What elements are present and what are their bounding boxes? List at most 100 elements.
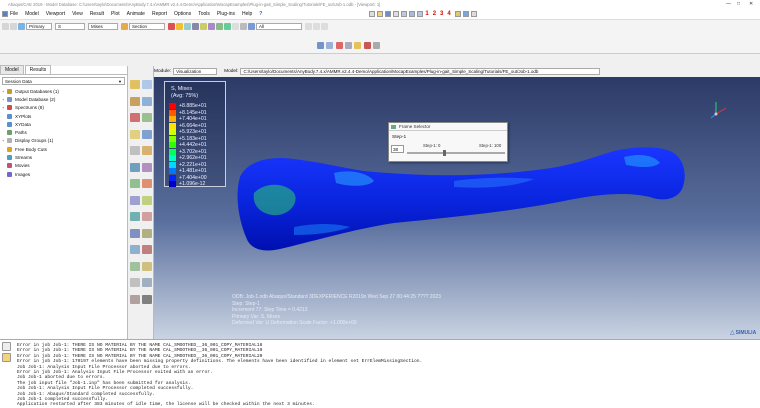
tree-item[interactable]: Free Body Cuts [0, 145, 127, 153]
zoom-box-icon[interactable] [336, 42, 343, 49]
view-top-button[interactable]: 3 [440, 11, 443, 17]
toolbox-tool-icon[interactable] [142, 245, 152, 254]
field-output-icon[interactable] [18, 22, 25, 30]
odb-display-icon[interactable] [216, 22, 223, 30]
menu-result[interactable]: Result [90, 11, 104, 17]
menu-viewport[interactable]: Viewport [46, 11, 65, 17]
remove-icon[interactable] [321, 22, 328, 30]
menu-report[interactable]: Report [152, 11, 167, 17]
display-group-icon[interactable] [305, 22, 312, 30]
toolbox-tool-icon[interactable] [142, 162, 152, 172]
module-select[interactable]: Visualization [173, 68, 218, 75]
undeformed-icon[interactable] [184, 22, 191, 30]
plot-symbols-icon[interactable] [176, 22, 183, 30]
toolbox-tool-icon[interactable] [130, 146, 140, 155]
toolbox-tool-icon[interactable] [130, 195, 140, 205]
section-point-select[interactable]: Section [129, 22, 165, 30]
invariant-select[interactable]: Mises [88, 22, 118, 30]
replace-icon[interactable] [313, 22, 320, 30]
color-code-icon[interactable] [248, 22, 255, 30]
new-file-icon[interactable] [369, 11, 376, 17]
toolbox-tool-icon[interactable] [142, 80, 152, 89]
menu-tools[interactable]: Tools [198, 11, 210, 17]
toolbox-tool-icon[interactable] [142, 212, 152, 221]
rotate-icon[interactable] [409, 11, 416, 17]
menu-plot[interactable]: Plot [111, 11, 120, 17]
viewport[interactable]: S, Mises (Avg: 75%) +8.885e+01 +8.145e+01… [154, 77, 760, 339]
tree-item[interactable]: + Model Database (2) [0, 95, 127, 103]
color-mode-select[interactable]: All [256, 22, 302, 30]
toolbox-tool-icon[interactable] [142, 146, 152, 155]
frame-slider[interactable] [407, 150, 505, 156]
context-help-icon[interactable]: ? [259, 11, 262, 17]
toolbox-tool-icon[interactable] [142, 278, 152, 287]
step-first-icon[interactable] [2, 22, 9, 30]
pan-view-icon[interactable] [317, 42, 324, 49]
model-select[interactable]: C:/Users/taylo/Documents/AnyBody.7.4.x/A… [240, 68, 601, 75]
view-back-button[interactable]: 2 [433, 11, 436, 17]
python-shell-icon[interactable] [2, 353, 11, 362]
field-select[interactable]: S [55, 22, 85, 30]
magnify-icon[interactable] [417, 11, 424, 17]
tab-results[interactable]: Results [24, 65, 52, 74]
section-point-icon[interactable] [121, 22, 128, 30]
tree-item[interactable]: XYData [0, 120, 127, 128]
toolbox-tool-icon[interactable] [130, 245, 140, 254]
tree-item[interactable]: Streams [0, 153, 127, 161]
auto-fit-icon[interactable] [345, 42, 352, 49]
toolbox-tool-icon[interactable] [142, 96, 152, 106]
maximize-icon[interactable]: □ [737, 1, 740, 7]
minimize-icon[interactable]: — [726, 1, 731, 7]
open-file-icon[interactable] [377, 11, 384, 17]
message-tab-icon[interactable] [2, 342, 11, 351]
tree-item[interactable]: + Output Databases (1) [0, 87, 127, 95]
view-cut-icon[interactable] [240, 22, 247, 30]
views-icon[interactable] [364, 42, 371, 49]
toolbox-tool-icon[interactable] [142, 129, 152, 139]
toolbox-tool-icon[interactable] [130, 96, 140, 106]
slider-thumb[interactable] [443, 150, 447, 156]
view-front-button[interactable]: 1 [425, 11, 428, 17]
toolbox-tool-icon[interactable] [130, 129, 140, 139]
tree-item[interactable]: Images [0, 170, 127, 178]
tree-item[interactable]: Paths [0, 128, 127, 136]
menu-file[interactable]: File [10, 11, 18, 17]
menu-plugins[interactable]: Plug-ins [217, 11, 235, 17]
menu-model[interactable]: Model [25, 11, 39, 17]
close-icon[interactable]: ✕ [749, 1, 753, 7]
plot-contours-icon[interactable] [168, 22, 175, 30]
menu-help[interactable]: Help [242, 11, 252, 17]
superimpose-icon[interactable] [224, 22, 231, 30]
session-data-combo[interactable]: Session Data ▼ [2, 77, 125, 85]
tab-model[interactable]: Model [0, 65, 24, 74]
toolbox-tool-icon[interactable] [130, 261, 140, 271]
menu-animate[interactable]: Animate [127, 11, 145, 17]
wireframe-icon[interactable] [470, 11, 477, 17]
toolbox-tool-icon[interactable] [130, 212, 140, 221]
tree-item[interactable]: + Spectrums (8) [0, 104, 127, 112]
toolbox-tool-icon[interactable] [142, 228, 152, 238]
toolbox-tool-icon[interactable] [142, 195, 152, 205]
output-type-select[interactable]: Primary [26, 22, 52, 30]
toolbox-tool-icon[interactable] [130, 278, 140, 287]
toolbox-tool-icon[interactable] [130, 228, 140, 238]
tree-item[interactable]: XYPlots [0, 112, 127, 120]
toolbox-tool-icon[interactable] [130, 113, 140, 122]
animate-icon[interactable] [200, 22, 207, 30]
common-options-icon[interactable] [208, 22, 215, 30]
toolbox-tool-icon[interactable] [130, 162, 140, 172]
toolbox-tool-icon[interactable] [142, 261, 152, 271]
ply-stack-icon[interactable] [232, 22, 239, 30]
toolbox-tool-icon[interactable] [130, 179, 140, 188]
toolbox-tool-icon[interactable] [142, 294, 152, 304]
rotate-view-icon[interactable] [326, 42, 333, 49]
print-icon[interactable] [393, 11, 400, 17]
cycle-view-icon[interactable] [354, 42, 361, 49]
toolbox-tool-icon[interactable] [142, 113, 152, 122]
menu-view[interactable]: View [72, 11, 83, 17]
iso-view-icon[interactable] [454, 11, 461, 17]
shaded-icon[interactable] [462, 11, 469, 17]
toolbox-tool-icon[interactable] [130, 294, 140, 304]
toolbox-tool-icon[interactable] [130, 80, 140, 89]
deformed-icon[interactable] [192, 22, 199, 30]
